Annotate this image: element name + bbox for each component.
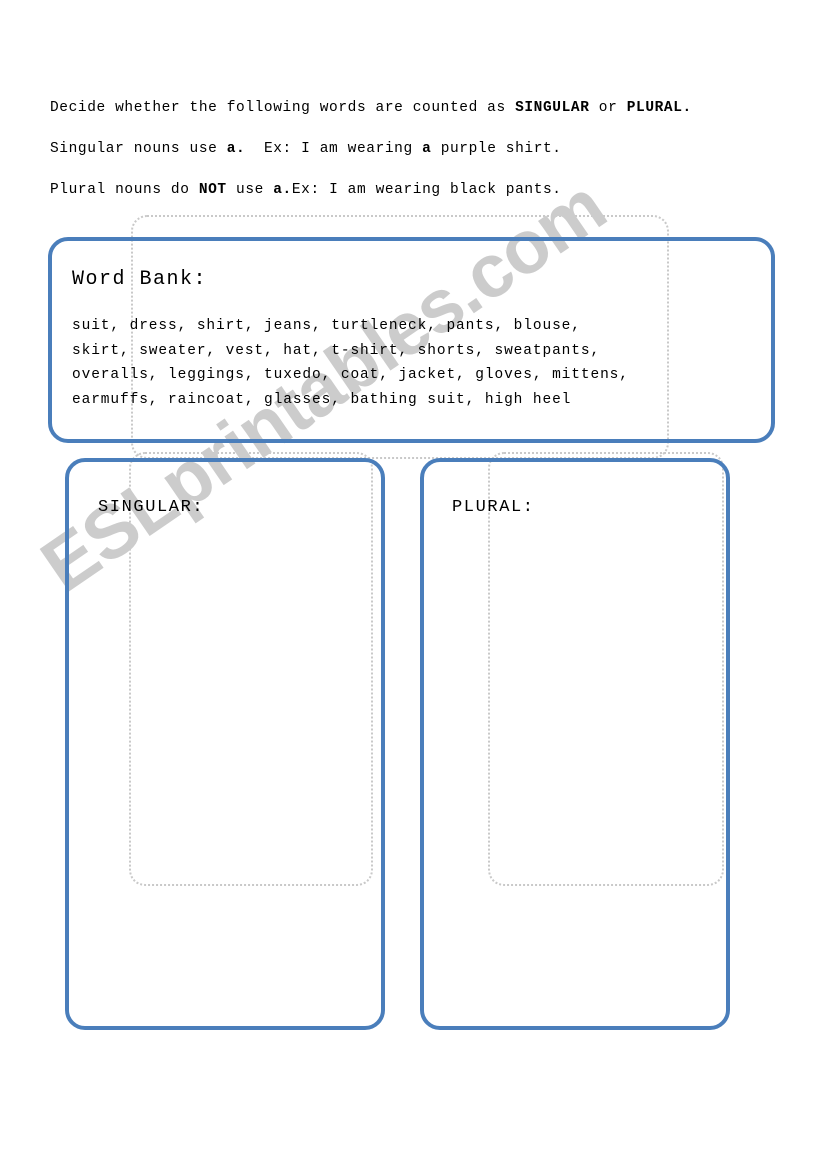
word-bank-title: Word Bank: <box>72 268 208 291</box>
worksheet-page: Decide whether the following words are c… <box>0 0 826 1169</box>
instruction-line-1-bold-plural: PLURAL. <box>626 100 692 116</box>
instruction-line-2-text-c: purple shirt. <box>431 141 562 157</box>
instruction-line-1: Decide whether the following words are c… <box>50 88 770 129</box>
word-bank-line: skirt, sweater, vest, hat, t-shirt, shor… <box>72 342 601 359</box>
word-bank-word-list: suit, dress, shirt, jeans, turtleneck, p… <box>72 314 742 412</box>
answer-box-plural[interactable] <box>420 458 730 1030</box>
instruction-line-3: Plural nouns do NOT use a.Ex: I am weari… <box>50 170 770 211</box>
instruction-line-2-bold-b: a <box>422 141 432 157</box>
instruction-line-2-text-b: Ex: I am wearing <box>245 141 423 157</box>
instruction-line-2-text-a: Singular nouns use <box>50 141 227 157</box>
instruction-line-3-bold-not: NOT <box>198 182 227 198</box>
instruction-line-2-bold-a: a. <box>226 141 246 157</box>
instruction-line-2: Singular nouns use a. Ex: I am wearing a… <box>50 129 770 170</box>
word-bank-line: suit, dress, shirt, jeans, turtleneck, p… <box>72 318 581 334</box>
instruction-line-3-text-a: Plural nouns do <box>50 182 199 198</box>
instruction-line-1-text-b: or <box>589 100 627 116</box>
instruction-line-3-text-b: use <box>226 182 274 198</box>
answer-heading-singular: SINGULAR: <box>98 498 205 517</box>
instruction-line-1-text-a: Decide whether the following words are c… <box>50 100 516 116</box>
instruction-line-1-bold-singular: SINGULAR <box>515 100 590 116</box>
answer-box-singular[interactable] <box>65 458 385 1030</box>
instruction-line-3-bold-a: a. <box>273 182 292 198</box>
word-bank-line: earmuffs, raincoat, glasses, bathing sui… <box>72 391 572 408</box>
instruction-line-3-text-c: Ex: I am wearing black pants. <box>291 182 562 198</box>
instructions-block: Decide whether the following words are c… <box>50 88 770 211</box>
word-bank-line: overalls, leggings, tuxedo, coat, jacket… <box>72 367 629 383</box>
answer-heading-plural: PLURAL: <box>452 498 535 517</box>
